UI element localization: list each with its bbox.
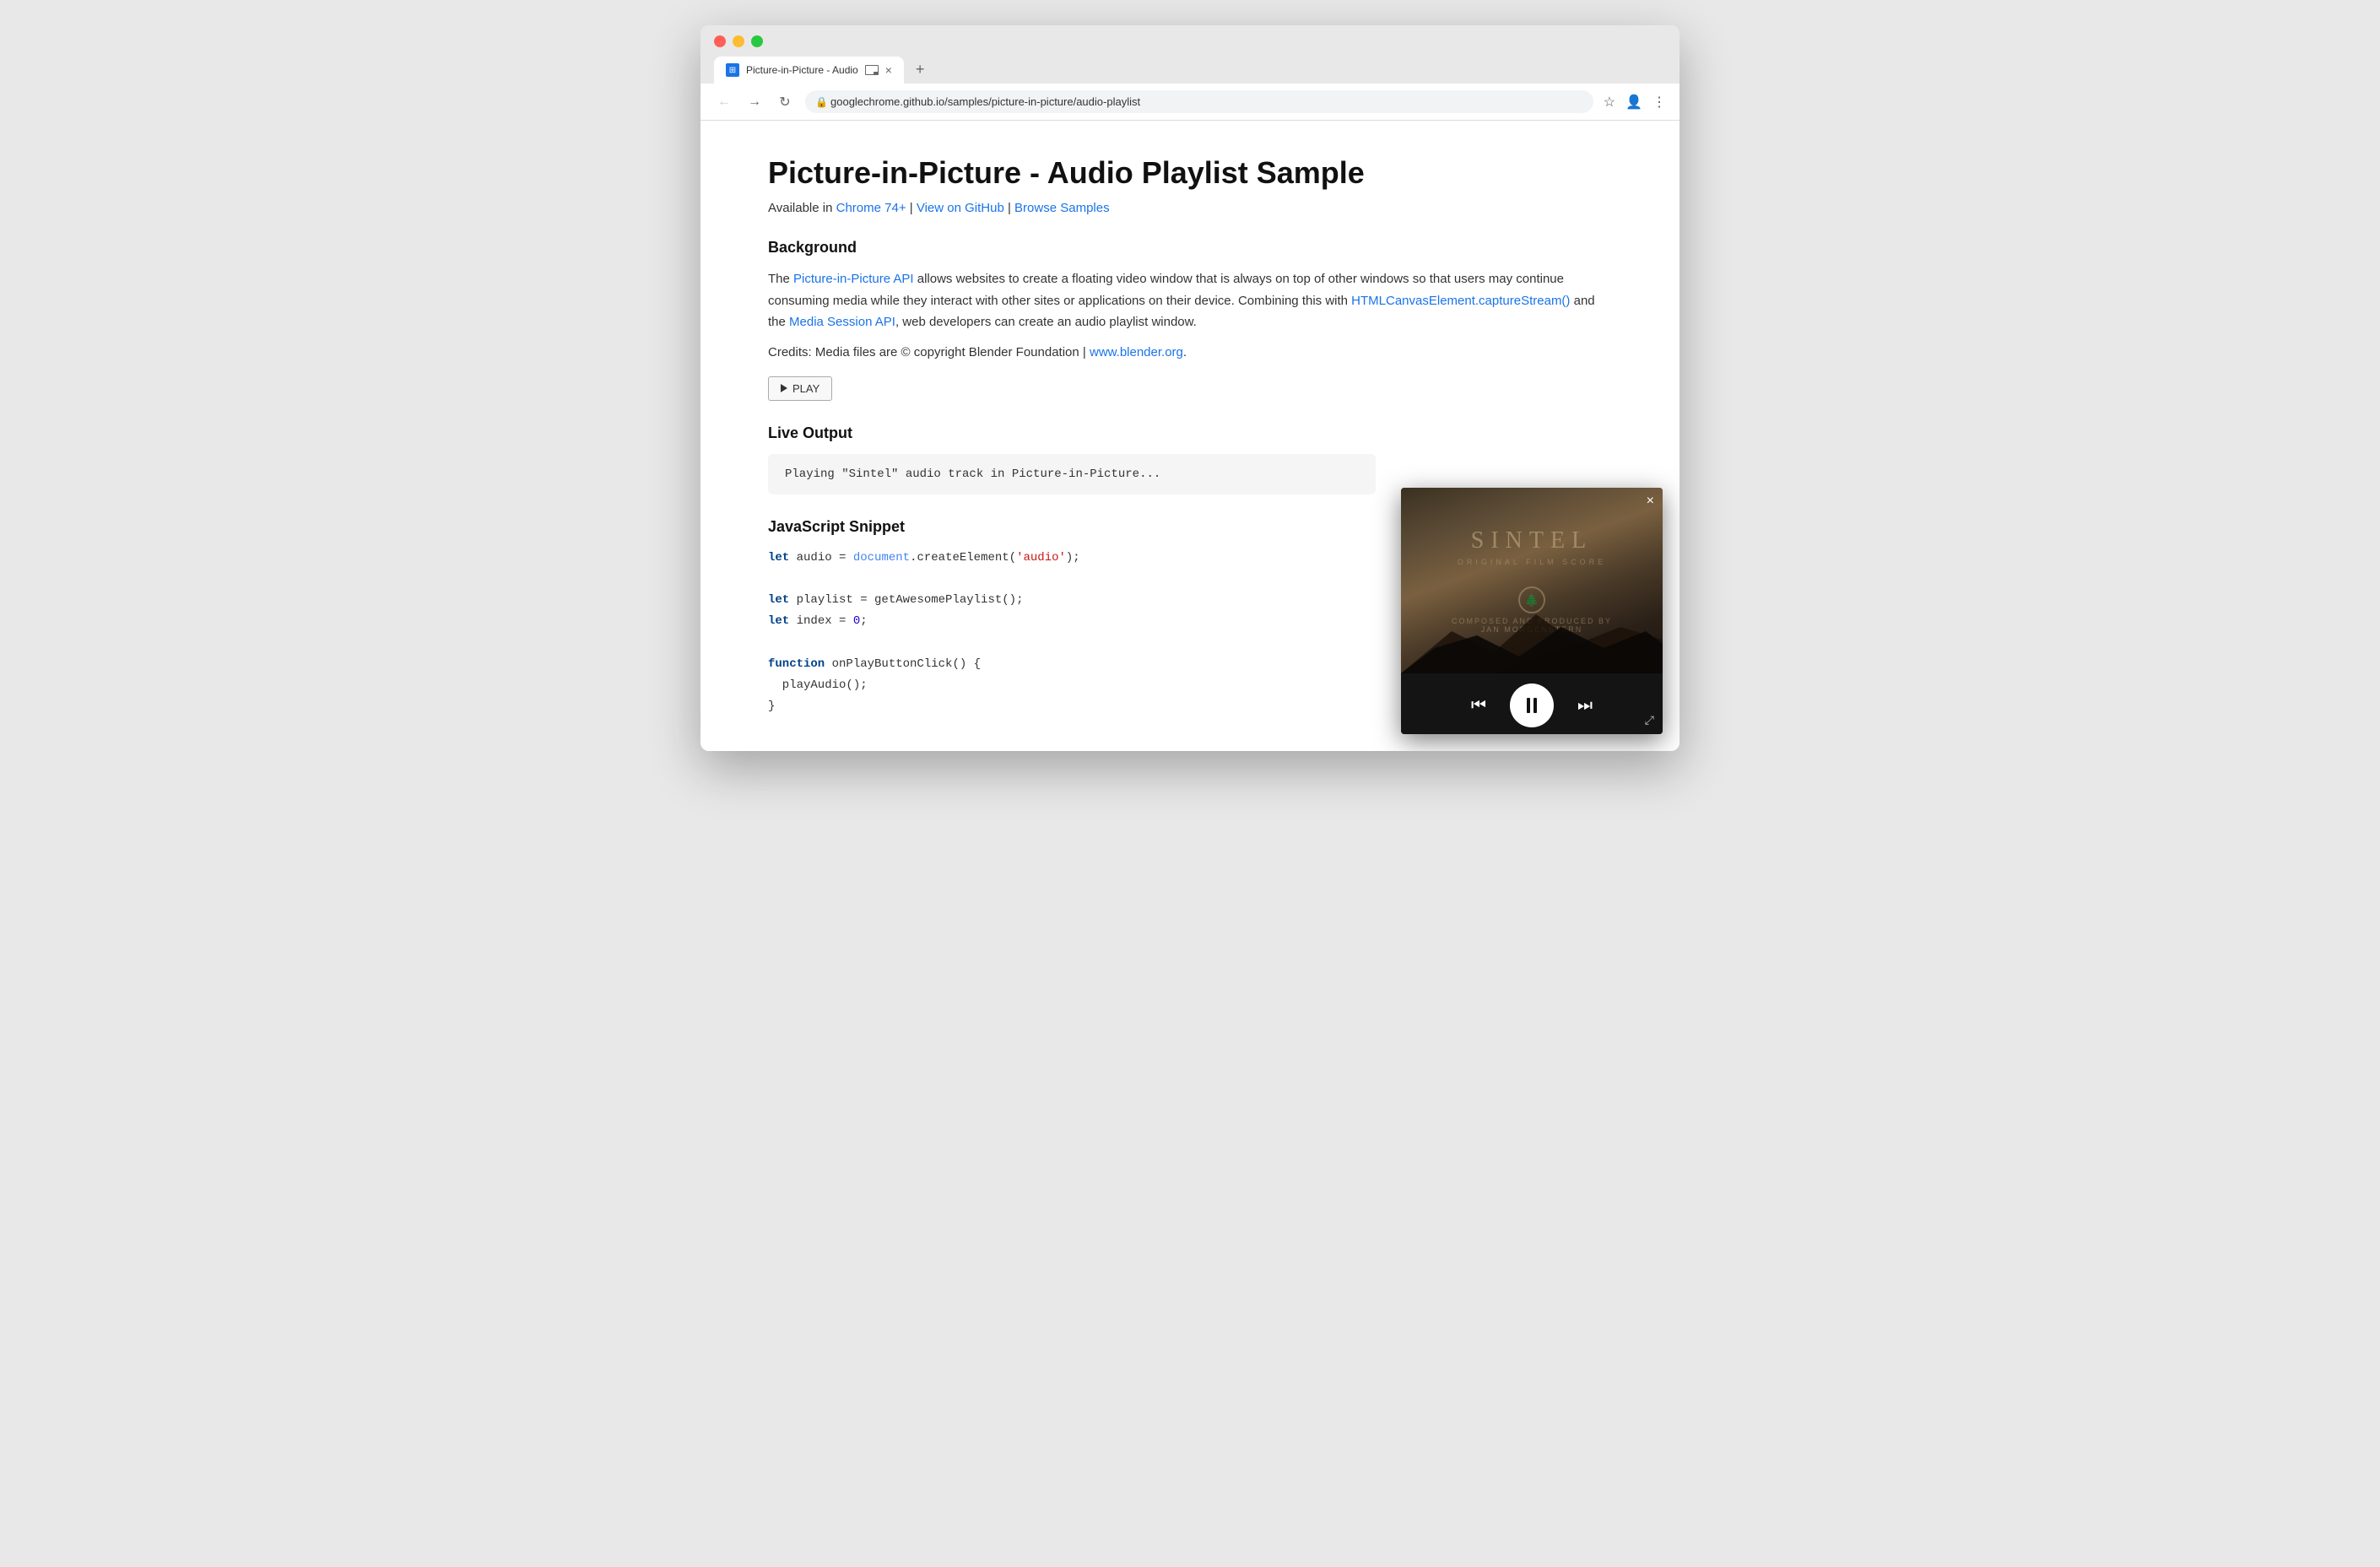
para-prefix: The (768, 272, 793, 286)
pip-api-link[interactable]: Picture-in-Picture API (793, 272, 914, 286)
availability-text: Available in Chrome 74+ | View on GitHub… (768, 201, 1612, 215)
pip-title: SINTEL (1471, 527, 1593, 554)
para-end: , web developers can create an audio pla… (895, 315, 1197, 329)
toolbar-icons: ☆ 👤 ⋮ (1604, 94, 1666, 111)
live-output-heading: Live Output (768, 424, 1612, 442)
media-session-link[interactable]: Media Session API (789, 315, 895, 329)
pip-subtitle: ORIGINAL FILM SCORE (1458, 558, 1606, 566)
pip-controls (1401, 673, 1663, 734)
credits-end: . (1183, 345, 1187, 359)
address-input[interactable]: googlechrome.github.io/samples/picture-i… (805, 90, 1593, 113)
pip-pause-bar-1 (1527, 698, 1530, 713)
traffic-lights (714, 35, 1666, 47)
pip-tab-icon (865, 65, 879, 75)
canvas-stream-link[interactable]: HTMLCanvasElement.captureStream() (1351, 294, 1570, 308)
play-triangle-icon (781, 384, 787, 392)
pip-next-button[interactable] (1571, 693, 1599, 719)
new-tab-button[interactable]: + (907, 56, 933, 84)
chrome-link[interactable]: Chrome 74+ (836, 201, 906, 215)
blender-link[interactable]: www.blender.org (1090, 345, 1183, 359)
pip-window: × SINTEL ORIGINAL FILM SCORE 🌲 Composed … (1401, 488, 1663, 734)
availability-prefix: Available in (768, 201, 832, 215)
address-container: 🔒 googlechrome.github.io/samples/picture… (805, 90, 1593, 113)
page-title: Picture-in-Picture - Audio Playlist Samp… (768, 154, 1612, 191)
tab-title: Picture-in-Picture - Audio (746, 64, 858, 76)
browser-window: ⊞ Picture-in-Picture - Audio × + ← → ↻ 🔒… (700, 25, 1680, 751)
pip-close-button[interactable]: × (1647, 494, 1654, 508)
pip-prev-button[interactable] (1464, 693, 1493, 719)
close-button[interactable] (714, 35, 726, 47)
pip-artwork: SINTEL ORIGINAL FILM SCORE 🌲 Composed an… (1401, 488, 1663, 673)
live-output-text: Playing "Sintel" audio track in Picture-… (785, 467, 1160, 481)
maximize-button[interactable] (751, 35, 763, 47)
play-button[interactable]: PLAY (768, 376, 832, 401)
background-paragraph: The Picture-in-Picture API allows websit… (768, 268, 1612, 333)
browse-samples-link[interactable]: Browse Samples (1014, 201, 1110, 215)
lock-icon: 🔒 (815, 96, 828, 108)
profile-icon[interactable]: 👤 (1625, 94, 1642, 111)
pip-transport (1464, 684, 1599, 727)
menu-icon[interactable]: ⋮ (1652, 94, 1666, 111)
github-link[interactable]: View on GitHub (917, 201, 1004, 215)
browser-titlebar: ⊞ Picture-in-Picture - Audio × + (700, 25, 1680, 84)
minimize-button[interactable] (733, 35, 744, 47)
play-label: PLAY (792, 382, 819, 395)
forward-button[interactable]: → (744, 92, 765, 112)
active-tab[interactable]: ⊞ Picture-in-Picture - Audio × (714, 57, 904, 84)
page-content: Picture-in-Picture - Audio Playlist Samp… (700, 121, 1680, 751)
reload-button[interactable]: ↻ (775, 92, 795, 112)
credits-text: Credits: Media files are © copyright Ble… (768, 345, 1612, 359)
tab-favicon: ⊞ (726, 63, 739, 77)
tab-close-button[interactable]: × (885, 64, 892, 76)
pip-pause-icon (1527, 698, 1537, 713)
credits-label: Credits: Media files are © copyright Ble… (768, 345, 1090, 359)
address-bar: ← → ↻ 🔒 googlechrome.github.io/samples/p… (700, 84, 1680, 121)
pip-mountain-svg (1401, 597, 1663, 673)
live-output-box: Playing "Sintel" audio track in Picture-… (768, 454, 1376, 494)
tab-bar: ⊞ Picture-in-Picture - Audio × + (714, 56, 1666, 84)
pip-expand-button[interactable]: ⤢ (1645, 713, 1654, 727)
background-heading: Background (768, 239, 1612, 257)
back-button[interactable]: ← (714, 92, 734, 112)
pip-pause-button[interactable] (1510, 684, 1554, 727)
pip-pause-bar-2 (1533, 698, 1537, 713)
bookmark-icon[interactable]: ☆ (1604, 94, 1615, 111)
